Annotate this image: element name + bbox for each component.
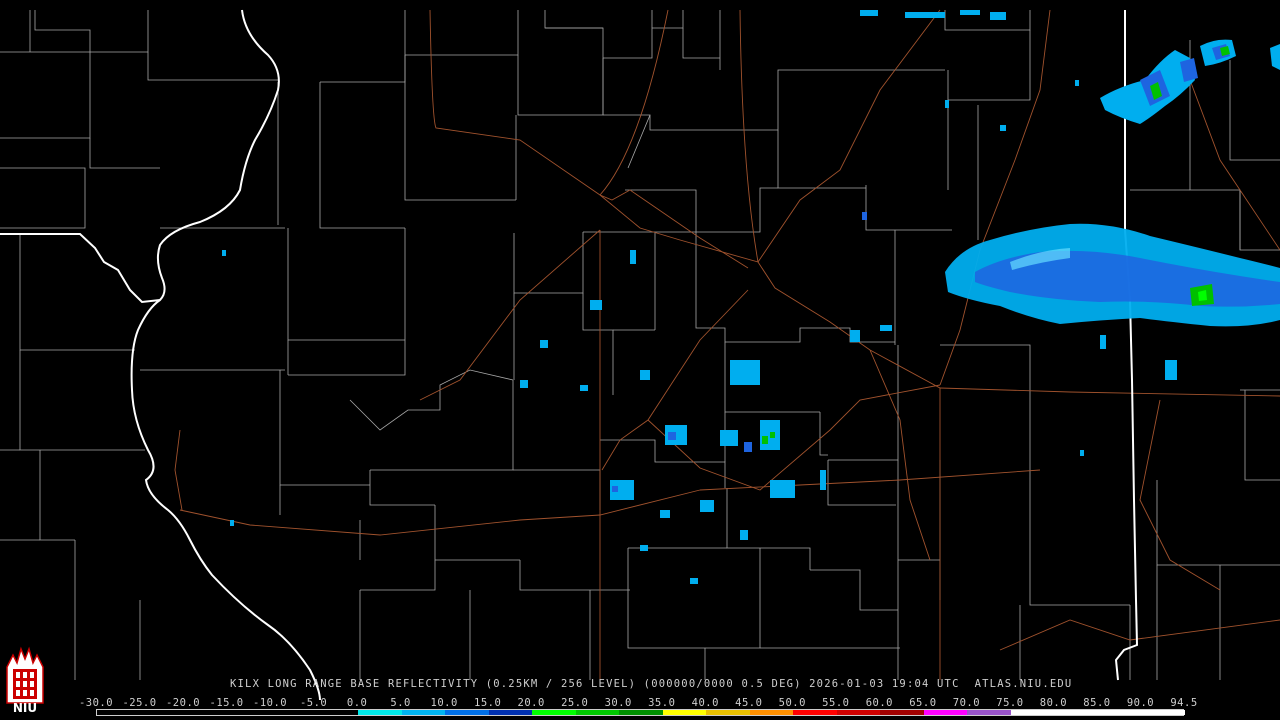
colorbar-label: 40.0 — [691, 697, 719, 709]
colorbar-label: 10.0 — [430, 697, 458, 709]
colorbar-label: -30.0 — [78, 697, 114, 709]
tower-icon — [6, 646, 44, 704]
niu-logo-text: NIU — [12, 701, 38, 715]
colorbar-segment — [184, 710, 229, 715]
colorbar-label: 35.0 — [648, 697, 676, 709]
state-borders — [0, 9, 1139, 701]
colorbar-label: 75.0 — [996, 697, 1024, 709]
colorbar-segment — [619, 710, 664, 715]
colorbar-label: 90.0 — [1126, 697, 1155, 709]
colorbar-label: 55.0 — [822, 697, 850, 709]
colorbar-label: 50.0 — [778, 697, 806, 709]
colorbar-segment — [140, 710, 185, 715]
colorbar-segment — [749, 710, 794, 715]
colorbar-segment — [1010, 710, 1055, 715]
product-caption: KILX LONG RANGE BASE REFLECTIVITY (0.25K… — [230, 678, 1073, 690]
colorbar-segment — [1097, 710, 1142, 715]
mississippi-river-border — [130, 9, 321, 701]
colorbar-label: 25.0 — [561, 697, 589, 709]
colorbar-label: 94.5 — [1170, 697, 1198, 709]
county-borders — [0, 10, 1280, 680]
colorbar-segment — [488, 710, 533, 715]
colorbar-label: 45.0 — [735, 697, 763, 709]
colorbar-label: 85.0 — [1083, 697, 1111, 709]
reflectivity-colorbar — [96, 709, 1186, 716]
colorbar-segment — [575, 710, 620, 715]
colorbar-segment — [227, 710, 272, 715]
colorbar-label: -20.0 — [165, 697, 201, 709]
missouri-iowa-border — [0, 233, 161, 304]
colorbar-segment — [401, 710, 446, 715]
colorbar-label: -10.0 — [253, 697, 288, 709]
niu-logo: NIU — [3, 645, 47, 717]
colorbar-label: 15.0 — [474, 697, 502, 709]
colorbar-label: 30.0 — [604, 697, 632, 709]
colorbar-label: 20.0 — [517, 697, 545, 709]
colorbar-label: 80.0 — [1039, 697, 1068, 709]
colorbar-label: 65.0 — [909, 697, 937, 709]
colorbar-segment — [793, 710, 838, 715]
radar-echoes — [222, 10, 1280, 584]
colorbar-label: 0.0 — [346, 697, 368, 709]
colorbar-label: 60.0 — [865, 697, 894, 709]
colorbar-labels: -30.0 -25.0 -20.0 -15.0 -10.0 -5.0 0.0 5.0 10.0 1… — [79, 697, 1202, 709]
colorbar-segment — [662, 710, 707, 715]
colorbar-label: 5.0 — [390, 697, 411, 709]
colorbar-label: 70.0 — [952, 697, 981, 709]
colorbar-segment — [314, 710, 359, 715]
radar-map — [0, 9, 1280, 701]
colorbar-label: -25.0 — [122, 697, 157, 709]
colorbar-label: -15.0 — [209, 697, 244, 709]
colorbar-segment — [923, 710, 968, 715]
colorbar-segment — [532, 710, 577, 715]
colorbar-segment — [706, 710, 751, 715]
colorbar-segment — [836, 710, 881, 715]
colorbar-segment — [880, 710, 925, 715]
colorbar-segment — [271, 710, 316, 715]
colorbar-segment — [445, 710, 490, 715]
colorbar-segment — [1054, 710, 1099, 715]
colorbar-label: -5.0 — [299, 697, 328, 709]
colorbar-segment — [97, 710, 142, 715]
colorbar-segment — [358, 710, 403, 715]
colorbar-segment — [1141, 710, 1186, 715]
colorbar-segment — [967, 710, 1012, 715]
